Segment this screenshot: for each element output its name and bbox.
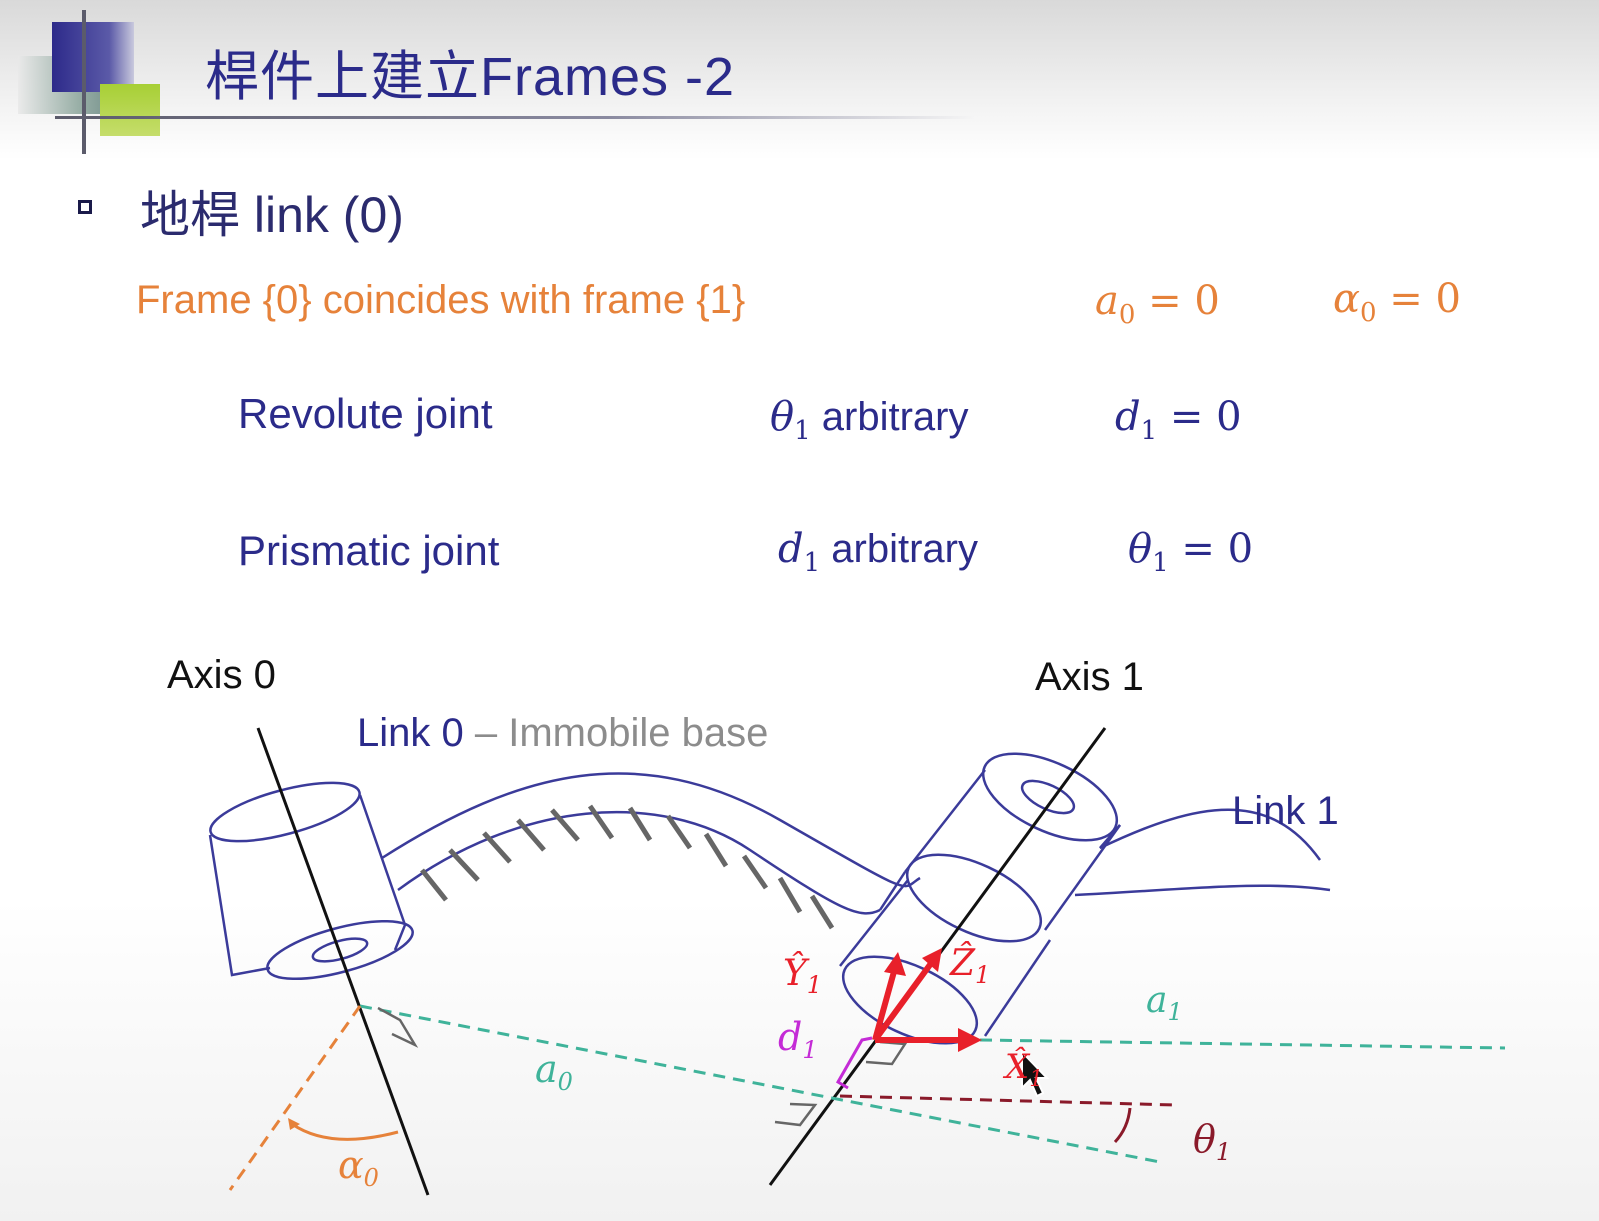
axis0-label: Axis 0 (167, 653, 276, 697)
axis1-label: Axis 1 (1035, 655, 1144, 699)
label-d1: d1 (778, 1015, 818, 1064)
label-a0: a0 (535, 1047, 573, 1096)
label-Y1: Ŷ1 (783, 952, 822, 999)
theta1-arc (1113, 1107, 1132, 1144)
bullet-heading: 地桿 link (0) (140, 187, 404, 243)
link0-label: Link 0 – Immobile base (357, 711, 768, 755)
theta1-reference (839, 1094, 1176, 1107)
prismatic-joint-label: Prismatic joint (238, 527, 500, 574)
prismatic-condition: θ1 = 0 (1128, 526, 1254, 579)
link1-body (839, 752, 1331, 1045)
ground-hatch (420, 804, 835, 930)
label-a1: a1 (1146, 980, 1183, 1026)
slide-logo (0, 0, 975, 160)
link0-name: Link 0 (357, 711, 464, 755)
a0-equation: a0 = 0 (1095, 278, 1220, 331)
frame-coincide-text: Frame {0} coincides with frame {1} (136, 278, 746, 322)
label-alpha0: α0 (338, 1143, 379, 1192)
alpha0-equation: α0 = 0 (1333, 276, 1461, 329)
label-Z1: Ẑ1 (949, 942, 990, 989)
prismatic-var: d1 arbitrary (778, 526, 978, 579)
alpha0-arc (291, 1122, 399, 1141)
link0-desc: – Immobile base (464, 711, 769, 755)
a1-common-normal (979, 1038, 1506, 1050)
revolute-condition: d1 = 0 (1115, 394, 1242, 447)
label-theta1: θ1 (1193, 1117, 1231, 1166)
square-bullet-icon (78, 200, 92, 214)
revolute-joint-label: Revolute joint (238, 390, 493, 437)
slide-title: 桿件上建立Frames -2 (205, 47, 736, 107)
revolute-var: θ1 arbitrary (770, 394, 969, 447)
label-X1: X̂1 (1002, 1046, 1043, 1092)
link-frame-diagram: Axis 0 Axis 1 Link 0 – Immobile base Lin… (167, 653, 1506, 1196)
axis0-line (256, 727, 430, 1196)
link1-label: Link 1 (1232, 789, 1339, 833)
